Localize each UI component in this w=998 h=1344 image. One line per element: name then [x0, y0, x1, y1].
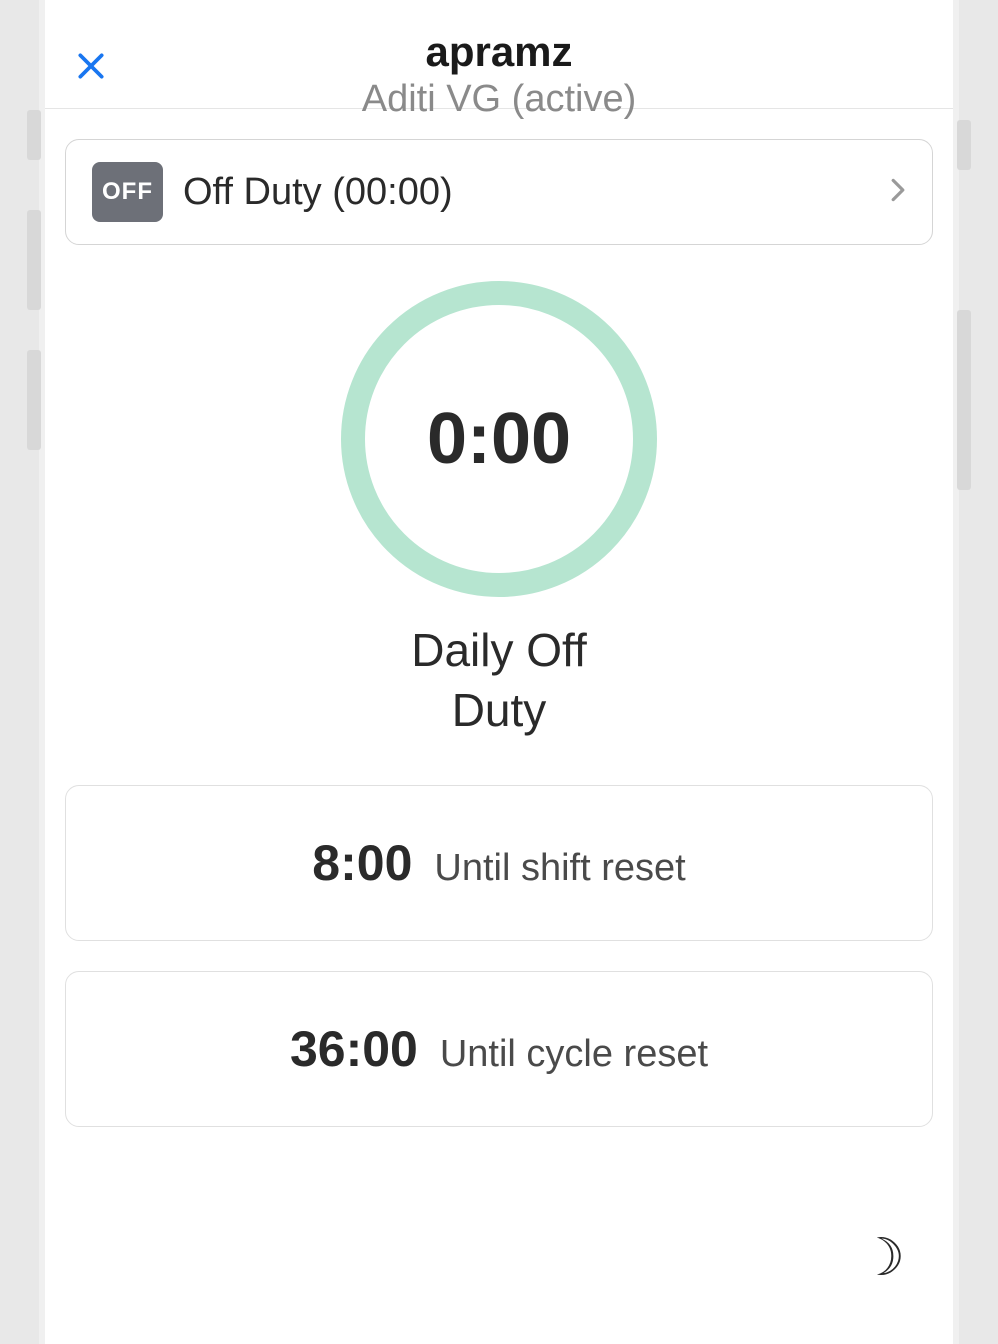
shift-reset-label: Until shift reset — [434, 847, 685, 890]
cycle-reset-label: Until cycle reset — [440, 1033, 708, 1076]
dial-label: Daily Off Duty — [369, 621, 629, 741]
moon-icon[interactable]: ☽ — [858, 1228, 905, 1288]
page-title: apramz — [45, 28, 953, 76]
cycle-reset-card: 36:00 Until cycle reset — [65, 971, 933, 1127]
duty-status-text: Off Duty (00:00) — [183, 171, 890, 214]
time-dial: 0:00 — [341, 281, 657, 597]
close-icon[interactable] — [75, 46, 107, 90]
shift-reset-card: 8:00 Until shift reset — [65, 785, 933, 941]
duty-status-row[interactable]: OFF Off Duty (00:00) — [65, 139, 933, 245]
chevron-right-icon — [890, 177, 906, 208]
off-badge: OFF — [92, 162, 163, 222]
shift-reset-time: 8:00 — [312, 834, 412, 892]
app-header: apramz Aditi VG (active) — [45, 0, 953, 109]
cycle-reset-time: 36:00 — [290, 1020, 418, 1078]
dial-section: 0:00 Daily Off Duty — [65, 281, 933, 741]
dial-time-value: 0:00 — [427, 398, 571, 480]
